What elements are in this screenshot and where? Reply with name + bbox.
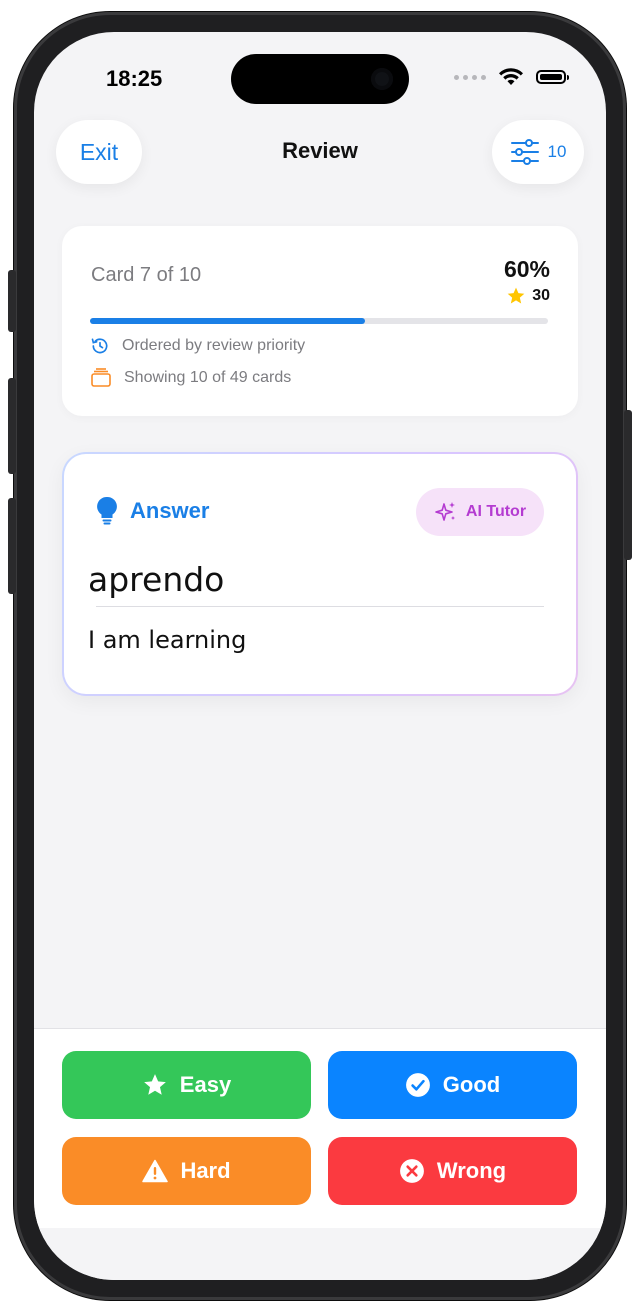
stars-count: 30: [506, 286, 550, 306]
x-circle-icon: [399, 1159, 424, 1183]
camera-icon: [371, 68, 393, 90]
dynamic-island: [231, 54, 409, 104]
screen: 18:25 Exit Review 10 Card 7 of 10 60% 30…: [34, 32, 606, 1280]
ai-tutor-label: AI Tutor: [465, 503, 527, 520]
star-icon: [143, 1074, 166, 1095]
status-icons: [454, 68, 569, 86]
progress-percent: 60%: [503, 256, 550, 282]
cards-stack-icon: [91, 368, 111, 387]
wrong-label: Wrong: [436, 1158, 507, 1183]
filter-count: 10: [547, 142, 567, 161]
signal-dots-icon: [454, 74, 486, 80]
wifi-icon: [499, 68, 523, 85]
answer-divider: [96, 606, 544, 607]
easy-label: Easy: [179, 1072, 232, 1097]
volume-up-button: [8, 378, 16, 474]
good-button[interactable]: Good: [328, 1051, 577, 1119]
hard-label: Hard: [180, 1158, 231, 1183]
filter-button[interactable]: 10: [492, 120, 584, 184]
hard-button[interactable]: Hard: [62, 1137, 311, 1205]
card-count: Card 7 of 10: [91, 264, 202, 286]
action-button: [8, 270, 16, 332]
stars-value: 30: [532, 287, 550, 304]
lightbulb-icon: [97, 496, 117, 525]
term-text: aprendo: [88, 560, 225, 599]
sparkles-icon: [435, 502, 455, 521]
wrong-button[interactable]: Wrong: [328, 1137, 577, 1205]
ai-tutor-button[interactable]: AI Tutor: [416, 488, 544, 536]
warning-triangle-icon: [142, 1159, 169, 1183]
progress-card: Card 7 of 10 60% 30 Ordered by review pr…: [62, 226, 578, 416]
answer-header: Answer: [96, 496, 209, 526]
volume-down-button: [8, 498, 16, 594]
answer-label: Answer: [130, 498, 210, 523]
star-icon: [507, 287, 525, 304]
progress-bar: [90, 318, 548, 324]
power-button: [624, 410, 632, 560]
progress-bar-fill: [90, 318, 365, 324]
order-note: Ordered by review priority: [90, 336, 305, 356]
meaning-text: I am learning: [88, 626, 247, 654]
sliders-icon: [510, 139, 539, 165]
good-label: Good: [442, 1072, 501, 1097]
status-time: 18:25: [106, 66, 163, 91]
order-note-text: Ordered by review priority: [122, 337, 306, 354]
history-icon: [91, 338, 108, 354]
grade-panel: Easy Good Hard Wrong: [34, 1028, 606, 1229]
home-indicator-area: [34, 1228, 606, 1280]
easy-button[interactable]: Easy: [62, 1051, 311, 1119]
showing-note-text: Showing 10 of 49 cards: [124, 369, 292, 386]
battery-icon: [536, 70, 569, 84]
checkmark-circle-icon: [405, 1073, 430, 1097]
showing-note: Showing 10 of 49 cards: [90, 368, 291, 388]
answer-card: Answer AI Tutor aprendo I am learning: [62, 452, 578, 696]
